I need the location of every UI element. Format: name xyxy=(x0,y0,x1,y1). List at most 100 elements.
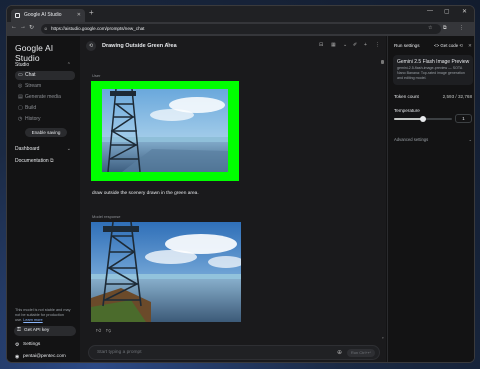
run-button[interactable]: Run Ctrl+↵ xyxy=(347,349,375,357)
sidebar: Google AI Studio Studio ⌃ ▭ Chat ◎ Strea… xyxy=(7,36,79,362)
layout-icon[interactable]: ▦ xyxy=(331,42,336,48)
address-bar-row: ← → ↻ ⊜ https://aistudio.google.com/prom… xyxy=(7,22,474,36)
temperature-input[interactable]: 1 xyxy=(455,114,472,123)
media-icon: ▤ xyxy=(18,94,23,100)
build-icon: ▢ xyxy=(18,105,23,111)
temperature-slider-handle[interactable] xyxy=(420,116,426,122)
address-bar[interactable]: ⊜ https://aistudio.google.com/prompts/ne… xyxy=(41,24,441,34)
studio-section-label[interactable]: Studio xyxy=(15,62,29,68)
close-panel-icon[interactable]: ✕ xyxy=(468,43,472,49)
code-icon: <> xyxy=(434,43,440,48)
close-window-icon[interactable]: ✕ xyxy=(462,8,467,15)
model-notice: This model is not stable and may not be … xyxy=(15,308,71,323)
stream-icon: ◎ xyxy=(18,83,23,89)
advanced-settings-label: Advanced settings xyxy=(394,137,429,142)
get-code-button[interactable]: <> Get code xyxy=(434,43,458,48)
tab-strip: Google AI Studio ✕ + — ▢ ✕ xyxy=(7,6,474,22)
model-response-image[interactable] xyxy=(91,221,244,322)
scroll-down-icon[interactable]: ▾ xyxy=(382,336,384,340)
learn-more-link[interactable]: Learn more xyxy=(23,318,42,322)
gear-icon: ⚙ xyxy=(15,342,20,348)
user-label: User xyxy=(92,73,101,78)
advanced-settings-toggle[interactable]: Advanced settings ⌄ xyxy=(394,137,472,142)
history-back-icon[interactable]: ⟲ xyxy=(86,41,96,51)
token-count-label: Token count xyxy=(394,94,419,99)
back-arrow-icon[interactable]: ← xyxy=(11,24,17,30)
tab-title: Google AI Studio xyxy=(24,12,62,18)
chat-icon: ▭ xyxy=(18,72,23,78)
reload-icon[interactable]: ↻ xyxy=(29,24,34,31)
sidebar-item-build[interactable]: ▢ Build xyxy=(15,104,75,113)
token-count-row: Token count 2,593 / 32,768 xyxy=(394,94,472,99)
minimize-icon[interactable]: — xyxy=(427,8,433,14)
forward-arrow-icon[interactable]: → xyxy=(20,24,26,30)
settings-label: Settings xyxy=(23,342,41,347)
documentation-label: Documentation xyxy=(15,158,49,164)
close-tab-icon[interactable]: ✕ xyxy=(77,9,81,22)
bookmark-star-icon[interactable]: ☆ xyxy=(428,25,432,31)
sidebar-item-stream[interactable]: ◎ Stream xyxy=(15,82,75,91)
model-description: gemini-2.5-flash-image-preview — SOTA Na… xyxy=(397,66,465,80)
account-link[interactable]: ◉ pentai@pentec.com xyxy=(15,354,66,360)
settings-link[interactable]: ⚙ Settings xyxy=(15,342,41,348)
chevron-down-icon[interactable]: ⌄ xyxy=(67,146,71,152)
favicon-icon xyxy=(15,13,20,18)
model-response-label: Model response xyxy=(92,214,121,219)
thumbs-down-icon[interactable]: 👎︎ xyxy=(106,328,111,334)
prompt-input[interactable]: Start typing a prompt ⊕ Run Ctrl+↵ xyxy=(88,345,380,360)
add-media-icon[interactable]: ⊕ xyxy=(337,349,342,356)
brush-icon[interactable]: ✐ xyxy=(353,42,357,48)
brand-logo[interactable]: Google AI Studio xyxy=(15,43,79,63)
sidebar-item-label: History xyxy=(25,116,41,122)
thumbs-up-icon[interactable]: 👍︎ xyxy=(96,328,101,334)
documentation-link[interactable]: Documentation ⧉ xyxy=(15,158,54,164)
browser-menu-icon[interactable]: ⋮ xyxy=(459,25,464,31)
sidebar-item-label: Generate media xyxy=(25,94,61,100)
maximize-icon[interactable]: ▢ xyxy=(444,8,450,15)
user-email: pentai@pentec.com xyxy=(23,354,66,359)
chat-main: ⟲ Drawing Outside Green Area ✎ ⊟ ▦ ⌄ ✐ +… xyxy=(80,36,386,362)
ai-studio-app: Google AI Studio Studio ⌃ ▭ Chat ◎ Strea… xyxy=(7,36,474,362)
url-text: https://aistudio.google.com/prompts/new_… xyxy=(51,26,145,31)
edit-title-icon[interactable]: ✎ xyxy=(167,42,171,48)
sidebar-item-label: Chat xyxy=(25,72,36,78)
site-info-icon[interactable]: ⊜ xyxy=(44,24,47,34)
more-options-icon[interactable]: ⋮ xyxy=(375,42,380,48)
more-dropdown-icon[interactable]: ⌄ xyxy=(343,42,347,48)
new-tab-icon[interactable]: + xyxy=(89,8,94,17)
enable-saving-button[interactable]: Enable saving xyxy=(25,128,67,137)
avatar: ◉ xyxy=(15,354,20,360)
browser-tab[interactable]: Google AI Studio ✕ xyxy=(11,9,85,22)
compare-icon[interactable]: ⊟ xyxy=(319,42,323,48)
temperature-slider-fill xyxy=(394,118,423,120)
sidebar-item-chat[interactable]: ▭ Chat xyxy=(15,71,75,80)
expanded-scenery xyxy=(91,221,244,322)
extensions-icon[interactable]: ⧉ xyxy=(443,25,447,31)
dashboard-link[interactable]: Dashboard xyxy=(15,146,39,152)
sidebar-item-history[interactable]: ◷ History xyxy=(15,115,75,124)
chevron-down-icon: ⌄ xyxy=(468,137,472,142)
model-name: Gemini 2.5 Flash Image Preview xyxy=(397,59,470,65)
temperature-slider[interactable] xyxy=(394,116,452,122)
user-prompt-text: draw outside the scenery drawn in the gr… xyxy=(92,191,199,196)
browser-window: Google AI Studio ✕ + — ▢ ✕ ← → ↻ ⊜ https… xyxy=(6,5,475,363)
prompt-title[interactable]: Drawing Outside Green Area xyxy=(102,43,177,49)
sidebar-item-label: Stream xyxy=(25,83,42,89)
key-icon: ⚿ xyxy=(17,328,21,333)
run-settings-title: Run settings xyxy=(394,43,420,48)
scrollbar-thumb[interactable] xyxy=(381,60,384,64)
get-api-key-label: Get API key xyxy=(24,328,50,333)
green-area-scenery xyxy=(102,89,228,172)
get-api-key-button[interactable]: ⚿ Get API key xyxy=(14,326,76,336)
sidebar-item-generate-media[interactable]: ▤ Generate media xyxy=(15,93,75,102)
user-image[interactable] xyxy=(91,81,239,181)
prompt-toolbar: ⟲ Drawing Outside Green Area ✎ ⊟ ▦ ⌄ ✐ +… xyxy=(80,36,386,56)
token-count-value: 2,593 / 32,768 xyxy=(442,94,472,99)
chevron-up-icon[interactable]: ⌃ xyxy=(67,62,71,68)
model-selector[interactable]: Gemini 2.5 Flash Image Preview gemini-2.… xyxy=(393,55,473,85)
add-icon[interactable]: + xyxy=(364,42,367,48)
reset-icon[interactable]: ⟲ xyxy=(459,43,463,49)
prompt-placeholder: Start typing a prompt xyxy=(97,350,142,355)
get-code-label: Get code xyxy=(440,43,459,48)
sidebar-item-label: Build xyxy=(25,105,37,111)
